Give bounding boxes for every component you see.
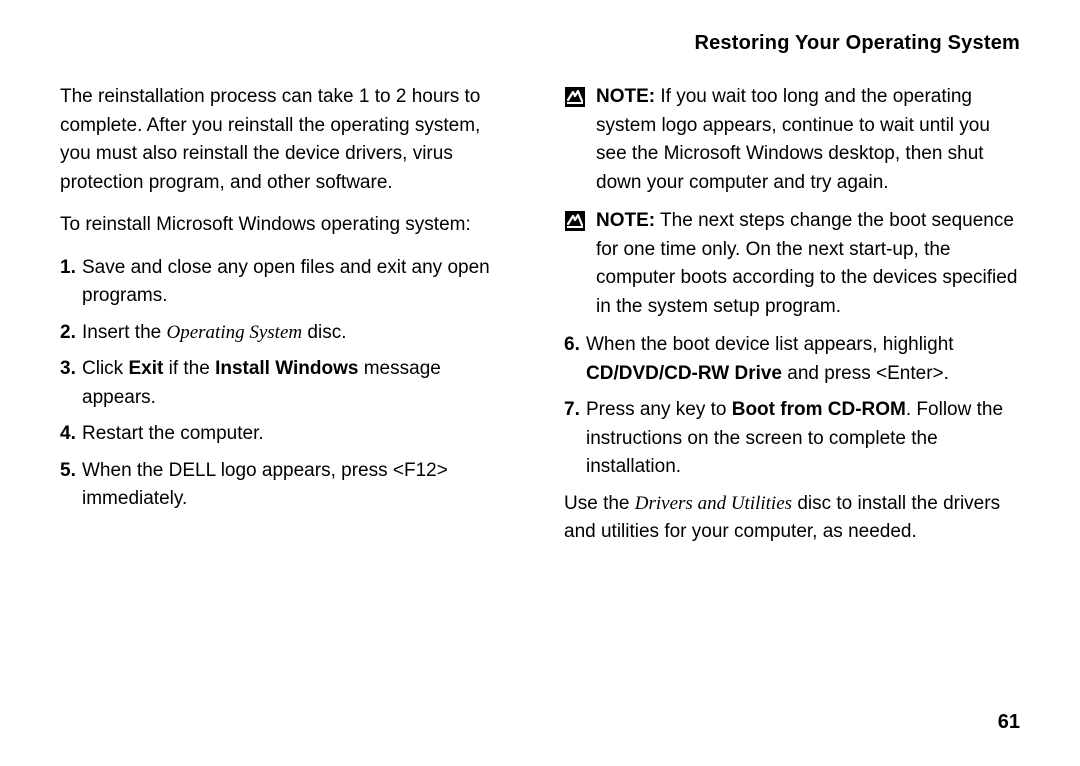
closing-paragraph: Use the Drivers and Utilities disc to in… (564, 490, 1020, 547)
text-run: and press <Enter>. (782, 363, 949, 384)
step-text: Click Exit if the Install Windows messag… (82, 355, 516, 412)
text-run: Use the (564, 493, 635, 514)
step-text: When the DELL logo appears, press <F12> … (82, 457, 516, 514)
bold-text: Install Windows (215, 358, 358, 379)
bold-text: Exit (128, 358, 163, 379)
bold-text: Boot from CD-ROM (732, 399, 906, 420)
intro-paragraph: The reinstallation process can take 1 to… (60, 83, 516, 197)
note-label: NOTE: (596, 86, 655, 107)
step-1: 1. Save and close any open files and exi… (60, 254, 516, 311)
italic-text: Operating System (167, 322, 303, 343)
note-icon (564, 210, 586, 232)
steps-list-left: 1. Save and close any open files and exi… (60, 254, 516, 514)
note-text: NOTE: The next steps change the boot seq… (596, 207, 1020, 321)
text-run: The next steps change the boot sequence … (596, 210, 1017, 317)
text-run: Press any key to (586, 399, 732, 420)
text-run: if the (163, 358, 215, 379)
step-text: Save and close any open files and exit a… (82, 254, 516, 311)
step-2: 2. Insert the Operating System disc. (60, 319, 516, 348)
step-text: Press any key to Boot from CD-ROM. Follo… (586, 396, 1020, 482)
text-run: Click (82, 358, 128, 379)
note-block: NOTE: If you wait too long and the opera… (564, 83, 1020, 197)
text-run: When the boot device list appears, highl… (586, 334, 954, 355)
document-page: Restoring Your Operating System The rein… (0, 0, 1080, 766)
step-text: When the boot device list appears, highl… (586, 331, 1020, 388)
italic-text: Drivers and Utilities (635, 493, 792, 514)
step-number: 1. (60, 254, 82, 311)
step-number: 7. (564, 396, 586, 482)
step-7: 7. Press any key to Boot from CD-ROM. Fo… (564, 396, 1020, 482)
step-number: 5. (60, 457, 82, 514)
step-number: 6. (564, 331, 586, 388)
note-text: NOTE: If you wait too long and the opera… (596, 83, 1020, 197)
content-columns: The reinstallation process can take 1 to… (60, 83, 1020, 561)
note-icon (564, 86, 586, 108)
step-text: Restart the computer. (82, 420, 516, 449)
step-text: Insert the Operating System disc. (82, 319, 516, 348)
text-run: Insert the (82, 322, 167, 343)
step-3: 3. Click Exit if the Install Windows mes… (60, 355, 516, 412)
page-number: 61 (998, 711, 1020, 734)
left-column: The reinstallation process can take 1 to… (60, 83, 516, 561)
text-run: If you wait too long and the operating s… (596, 86, 990, 193)
steps-list-right: 6. When the boot device list appears, hi… (564, 331, 1020, 482)
step-number: 3. (60, 355, 82, 412)
step-5: 5. When the DELL logo appears, press <F1… (60, 457, 516, 514)
step-number: 4. (60, 420, 82, 449)
page-header: Restoring Your Operating System (60, 32, 1020, 55)
note-label: NOTE: (596, 210, 655, 231)
bold-text: CD/DVD/CD-RW Drive (586, 363, 782, 384)
step-number: 2. (60, 319, 82, 348)
text-run: disc. (302, 322, 346, 343)
note-block: NOTE: The next steps change the boot seq… (564, 207, 1020, 321)
step-4: 4. Restart the computer. (60, 420, 516, 449)
step-6: 6. When the boot device list appears, hi… (564, 331, 1020, 388)
lead-in-paragraph: To reinstall Microsoft Windows operating… (60, 211, 516, 240)
right-column: NOTE: If you wait too long and the opera… (564, 83, 1020, 561)
